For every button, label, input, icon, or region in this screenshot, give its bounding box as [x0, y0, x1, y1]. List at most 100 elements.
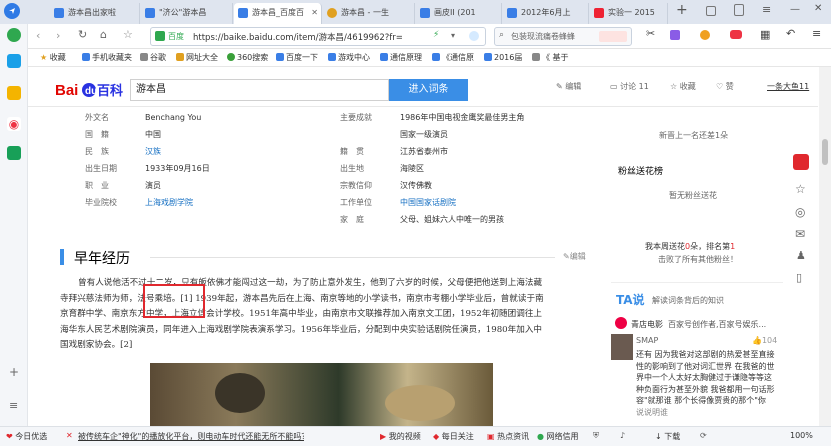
nation-link[interactable]: 汉族	[145, 147, 161, 156]
fav-comm2[interactable]: 《通信原	[432, 52, 474, 63]
comment-text: 还有 因为我爸对这部剧的热爱甚至直接 性的影响到了他对词汇世界 在我爸的世 界中…	[636, 350, 775, 417]
edit-entry-button[interactable]: ✎ 编辑	[556, 81, 581, 92]
collect-button[interactable]: ☆ 收藏	[670, 81, 696, 92]
browser-logo-icon[interactable]	[4, 3, 20, 19]
back-icon[interactable]: ‹	[36, 29, 40, 42]
url-field[interactable]: 百度 https://baike.baidu.com/item/游本昌/4619…	[150, 27, 486, 46]
fav-2016[interactable]: 2016届	[484, 52, 522, 63]
close-tab-icon[interactable]: ✕	[311, 3, 318, 22]
fav-collect[interactable]: ★ 收藏	[40, 52, 66, 63]
heart-icon: ❤	[6, 432, 13, 441]
tab-4[interactable]: 游本昌 - 一生	[323, 3, 415, 24]
weibo-icon[interactable]: ◉	[7, 117, 21, 131]
section-edit-button[interactable]: ✎编辑	[563, 251, 586, 262]
ta-logo[interactable]: TA说	[616, 291, 645, 308]
tab-2[interactable]: "济公"游本昌	[141, 3, 233, 24]
today-pick[interactable]: ❤ 今日优选	[6, 431, 47, 442]
plus-app-icon[interactable]	[7, 54, 21, 68]
sidebar-menu-icon[interactable]: ≡	[9, 399, 18, 412]
favorites-bar: ★ 收藏 手机收藏夹 谷歌 网址大全 360搜索 百度一下 游戏中心 通信原理 …	[0, 49, 831, 67]
author-avatar[interactable]	[615, 317, 627, 329]
fans-title: 粉丝送花榜	[618, 167, 664, 177]
forward-icon[interactable]: ›	[56, 29, 60, 42]
tab-6[interactable]: 2012年6月上	[503, 3, 589, 24]
week-flowers: 我本周送花0朵，排名第1	[645, 242, 736, 251]
tab-3-active[interactable]: 游本昌_百度百 ✕	[234, 3, 322, 24]
credit-icon: ●	[537, 432, 544, 441]
new-tab-button[interactable]: +	[676, 2, 688, 18]
close-window-button[interactable]: ✕	[814, 3, 822, 14]
info-row: 毕业院校 上海戏剧学院	[85, 198, 193, 207]
window-menu-icon[interactable]: ≡	[762, 3, 771, 16]
grid-apps-icon[interactable]: ▦	[760, 28, 770, 41]
fav-based[interactable]: 《 基于	[532, 52, 569, 63]
fav-hao123[interactable]: 网址大全	[176, 52, 218, 63]
comment-thumbnail[interactable]	[611, 334, 633, 360]
speaker-icon[interactable]: ♪	[620, 431, 625, 440]
net-credit[interactable]: ● 网络信用	[537, 431, 579, 442]
bookmark-star-icon[interactable]: ☆	[123, 28, 133, 41]
my-video[interactable]: ▶ 我的视频	[380, 431, 421, 442]
star-app-icon[interactable]	[7, 86, 21, 100]
tab-list-icon[interactable]	[706, 6, 716, 16]
shield-icon[interactable]: ⛨	[593, 431, 599, 441]
dropdown-icon[interactable]: ▾	[451, 31, 455, 40]
search-input[interactable]: ⌕ 包装现流痛卷蜂蜂	[494, 27, 632, 46]
restore-icon[interactable]	[734, 4, 744, 16]
ta-author[interactable]: 青店电影	[631, 319, 663, 330]
like-button[interactable]: ♡ 赞	[716, 81, 734, 92]
home-icon[interactable]: ⌂	[100, 28, 107, 41]
extension-orange-icon[interactable]	[700, 30, 710, 40]
sync-icon[interactable]: ⟳	[700, 431, 707, 440]
fav-google[interactable]: 谷歌	[140, 52, 166, 63]
lightning-icon[interactable]: ⚡	[433, 30, 439, 40]
game-icon[interactable]	[730, 30, 742, 39]
news-ticker[interactable]: 被传统车企"神化"的播放化平台，则电动车时代还能无所不能吗？	[78, 431, 304, 442]
thumb-icon: ♡	[716, 82, 724, 91]
refresh-icon[interactable]: ↻	[78, 28, 87, 41]
fav-360[interactable]: 360搜索	[227, 52, 268, 63]
wechat-icon[interactable]: ✉	[795, 227, 805, 241]
gift-icon[interactable]	[793, 154, 809, 170]
baike-search-input[interactable]: 游本昌	[130, 79, 389, 101]
weibo-share-icon[interactable]: ◎	[795, 205, 805, 219]
fav-games[interactable]: 游戏中心	[328, 52, 370, 63]
extension-purple-icon[interactable]	[670, 30, 680, 40]
school-link[interactable]: 上海戏剧学院	[145, 198, 193, 207]
daily-focus[interactable]: ◆ 每日关注	[433, 431, 474, 442]
menu-icon[interactable]: ≡	[812, 27, 821, 40]
discuss-button[interactable]: ▭ 讨论 11	[610, 81, 649, 92]
ie-logo-icon[interactable]	[7, 28, 21, 42]
para-line: 寺拜兴慈法师为师，法号乘培。[1] 1939年起，游本昌先后在上海、南京等地的小…	[60, 293, 544, 304]
status-close-icon[interactable]: ✕	[66, 431, 73, 440]
user-link[interactable]: 一条大鱼11	[767, 81, 809, 92]
enter-entry-button[interactable]: 进入词条	[389, 79, 468, 101]
favorite-star-icon[interactable]: ☆	[795, 182, 806, 196]
add-sidebar-icon[interactable]: +	[9, 365, 19, 379]
tab-7[interactable]: 实验一 2015	[590, 3, 668, 24]
pencil-icon: ✎	[563, 252, 570, 261]
scrollbar-thumb[interactable]	[822, 139, 828, 165]
para-line: 国戏剧家协会。[2]	[60, 340, 133, 351]
para-line: 京育群中学、南京东方中学，上海立信会计学校。1951年高中毕业，由南京市文联推荐…	[60, 309, 543, 320]
info-row: 工作单位 中国国家话剧院	[340, 198, 456, 207]
undo-icon[interactable]: ↶	[786, 27, 795, 40]
tab-1[interactable]: 游本昌出家啦	[50, 3, 140, 24]
qq-icon[interactable]: ♟	[796, 249, 806, 262]
scrollbar-track[interactable]	[819, 67, 831, 426]
zoom-level[interactable]: 100%	[790, 431, 813, 440]
fav-mobile[interactable]: 手机收藏夹	[82, 52, 132, 63]
compat-mode-icon[interactable]	[469, 31, 479, 41]
minimize-button[interactable]: —	[790, 4, 800, 15]
mail-icon[interactable]	[7, 146, 21, 160]
scissors-icon[interactable]: ✂	[646, 27, 655, 40]
download-button[interactable]: ↓ 下载	[655, 431, 680, 442]
hot-news[interactable]: ▣ 热点资讯	[487, 431, 529, 442]
phone-icon[interactable]: ▯	[796, 271, 802, 284]
article-image[interactable]	[150, 363, 493, 426]
fav-comm[interactable]: 通信原理	[380, 52, 422, 63]
work-unit-link[interactable]: 中国国家话剧院	[400, 198, 456, 207]
comment-likes: 👍104	[752, 336, 778, 345]
fav-baidu[interactable]: 百度一下	[276, 52, 318, 63]
tab-5[interactable]: 画皮II (201	[416, 3, 502, 24]
